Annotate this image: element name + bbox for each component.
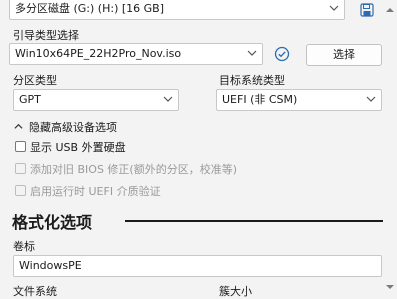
- verify-check-icon[interactable]: [274, 46, 290, 62]
- volume-label-input[interactable]: WindowsPE: [13, 255, 382, 277]
- uefi-verify-checkbox[interactable]: [15, 185, 26, 196]
- volume-label-label: 卷标: [13, 240, 35, 253]
- chevron-down-icon: [329, 5, 339, 11]
- device-select-value: 多分区磁盘 (G:) (H:) [16 GB]: [15, 2, 165, 15]
- partition-type-value: GPT: [19, 93, 41, 106]
- bios-fix-label: 添加对旧 BIOS 修正(额外的分区，校准等): [30, 163, 238, 176]
- boot-type-select[interactable]: Win10x64PE_22H2Pro_Nov.iso: [9, 43, 263, 65]
- scroll-up-icon[interactable]: [386, 6, 394, 14]
- partition-type-label: 分区类型: [13, 74, 57, 87]
- show-usb-hdd-checkbox[interactable]: [15, 141, 26, 152]
- scroll-down-icon[interactable]: [386, 283, 394, 291]
- chevron-up-icon: [14, 123, 23, 129]
- uefi-verify-label: 启用运行时 UEFI 介质验证: [30, 185, 161, 198]
- show-usb-hdd-label: 显示 USB 外置硬盘: [30, 141, 126, 154]
- volume-label-value: WindowsPE: [19, 259, 82, 272]
- chevron-down-icon: [247, 50, 257, 56]
- boot-type-label: 引导类型选择: [13, 29, 79, 42]
- section-divider: [125, 220, 383, 222]
- chevron-down-icon: [366, 96, 376, 102]
- select-button[interactable]: 选择: [306, 44, 382, 66]
- boot-type-value: Win10x64PE_22H2Pro_Nov.iso: [15, 47, 182, 60]
- device-select[interactable]: 多分区磁盘 (G:) (H:) [16 GB]: [9, 0, 345, 20]
- target-system-value: UEFI (非 CSM): [222, 93, 298, 106]
- target-system-label: 目标系统类型: [219, 74, 285, 87]
- bios-fix-checkbox[interactable]: [15, 163, 26, 174]
- scrollbar[interactable]: [383, 0, 397, 297]
- target-system-select[interactable]: UEFI (非 CSM): [216, 89, 382, 111]
- save-icon[interactable]: [360, 3, 374, 17]
- partition-type-select[interactable]: GPT: [13, 89, 179, 111]
- advanced-toggle-label: 隐藏高级设备选项: [29, 121, 117, 134]
- format-section-title: 格式化选项: [12, 213, 93, 232]
- chevron-down-icon: [163, 96, 173, 102]
